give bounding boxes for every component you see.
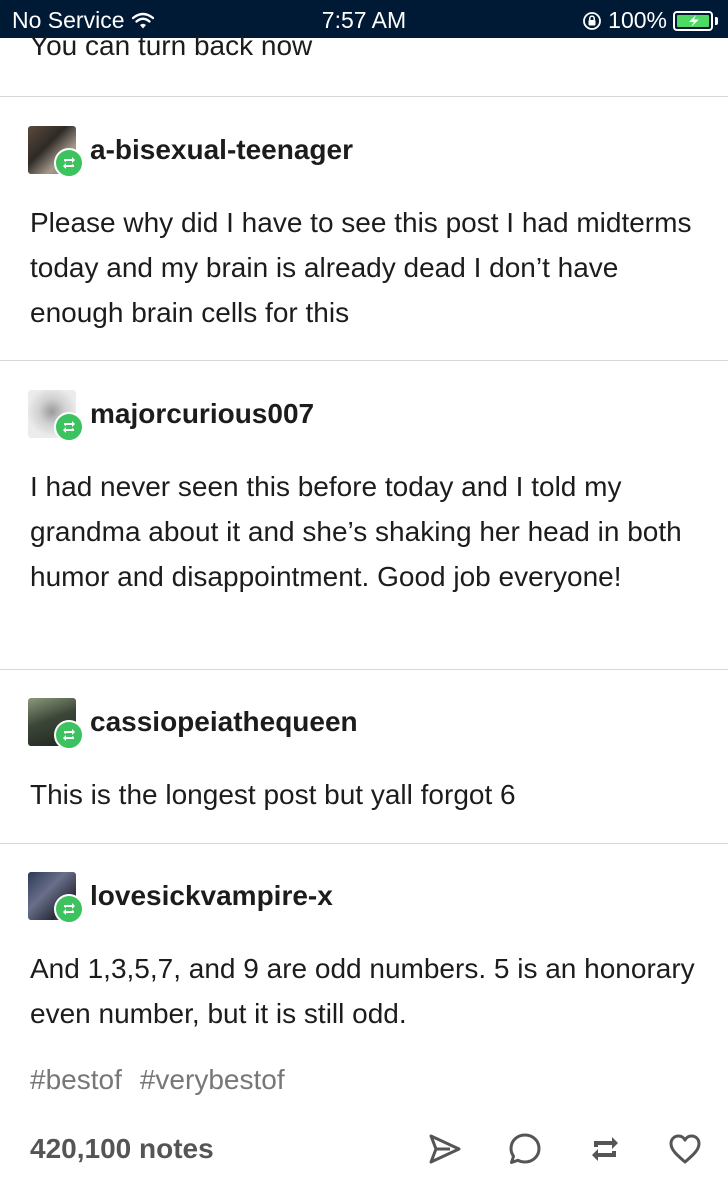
orientation-lock-icon	[583, 11, 602, 30]
username[interactable]: cassiopeiathequeen	[90, 706, 358, 738]
reblog-icon	[592, 1137, 618, 1161]
avatar[interactable]	[28, 698, 84, 750]
battery-icon	[673, 10, 713, 31]
reblog-badge	[54, 148, 84, 178]
avatar[interactable]	[28, 390, 84, 442]
username[interactable]: a-bisexual-teenager	[90, 134, 353, 166]
battery-percent: 100%	[608, 7, 667, 33]
reblog-header[interactable]: cassiopeiathequeen	[28, 698, 358, 750]
post-tags: #bestof #verybestof	[30, 1064, 285, 1096]
username[interactable]: lovesickvampire-x	[90, 880, 333, 912]
reblog-text: This is the longest post but yall forgot…	[30, 779, 516, 810]
avatar[interactable]	[28, 872, 84, 924]
reblog-icon	[63, 421, 75, 433]
reblog-icon	[63, 729, 75, 741]
reblog-badge	[54, 412, 84, 442]
reblog-header[interactable]: majorcurious007	[28, 390, 314, 442]
reblog-badge	[54, 894, 84, 924]
charging-bolt-icon	[689, 14, 699, 27]
heart-icon	[669, 1134, 701, 1164]
reply-button[interactable]	[506, 1130, 544, 1168]
divider	[0, 360, 728, 361]
battery-fill	[677, 14, 709, 27]
divider	[0, 96, 728, 97]
reblog-badge	[54, 720, 84, 750]
previous-post-text: You can turn back now	[30, 30, 313, 61]
post-footer: 420,100 notes	[30, 1130, 704, 1170]
notes-count[interactable]: 420,100 notes	[30, 1133, 214, 1165]
share-icon	[429, 1134, 461, 1164]
reblog-header[interactable]: a-bisexual-teenager	[28, 126, 353, 178]
share-button[interactable]	[426, 1130, 464, 1168]
reblog-text: I had never seen this before today and I…	[30, 471, 682, 592]
avatar[interactable]	[28, 126, 84, 178]
reblog-icon	[63, 157, 75, 169]
reblog-text: Please why did I have to see this post I…	[30, 207, 692, 328]
reblog-button[interactable]	[586, 1130, 624, 1168]
tag-link[interactable]: #bestof	[30, 1064, 122, 1096]
post-actions	[426, 1130, 704, 1168]
reblog-header[interactable]: lovesickvampire-x	[28, 872, 333, 924]
reply-icon	[509, 1133, 541, 1164]
status-right: 100%	[582, 7, 718, 34]
divider	[0, 669, 728, 670]
username[interactable]: majorcurious007	[90, 398, 314, 430]
like-button[interactable]	[666, 1130, 704, 1168]
divider	[0, 843, 728, 844]
reblog-text: And 1,3,5,7, and 9 are odd numbers. 5 is…	[30, 953, 695, 1029]
battery-tip	[715, 16, 718, 25]
tag-link[interactable]: #verybestof	[140, 1064, 285, 1096]
reblog-icon	[63, 903, 75, 915]
